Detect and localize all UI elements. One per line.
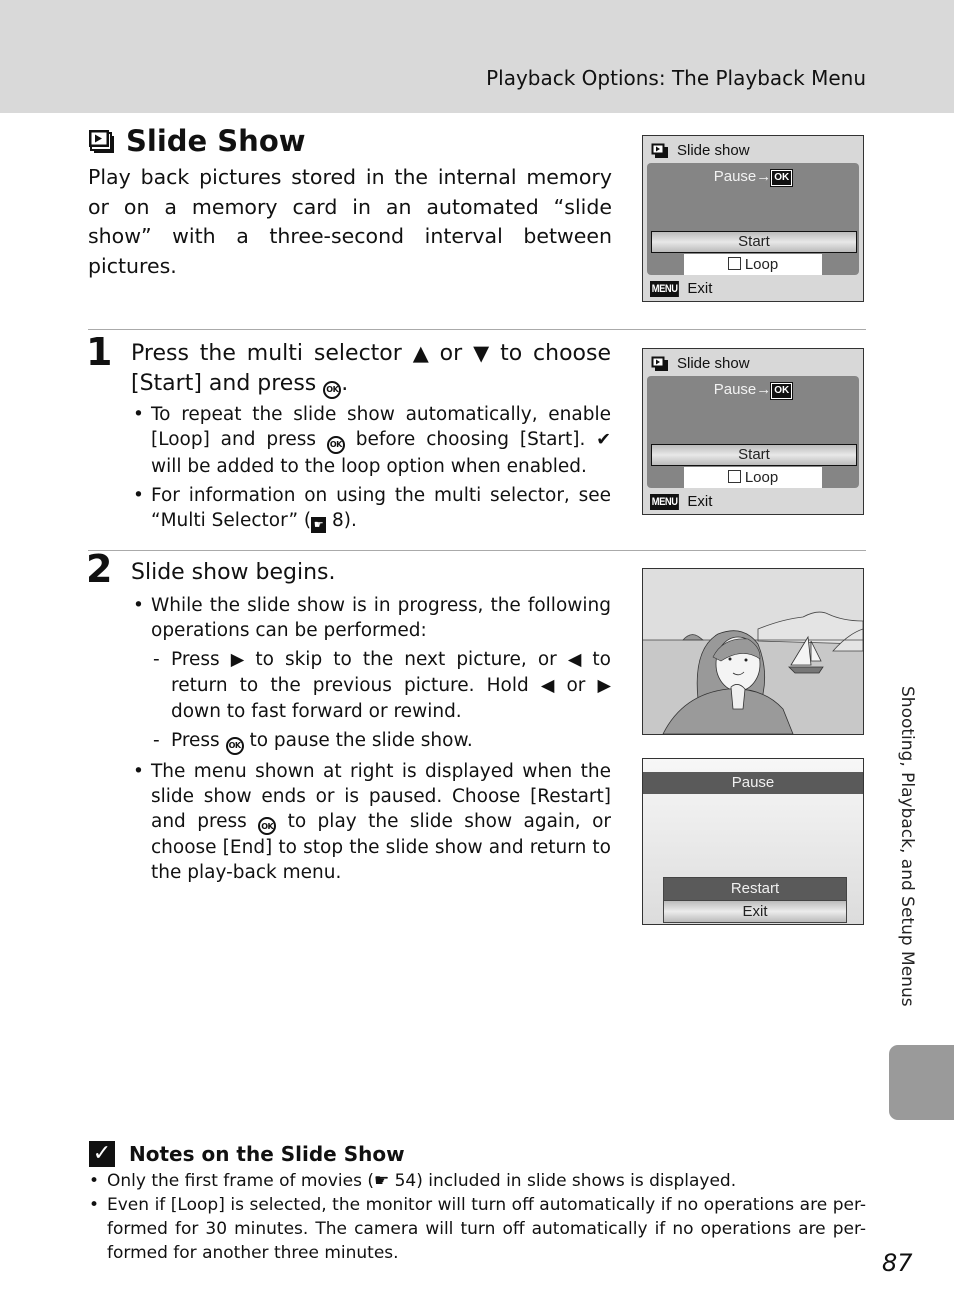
pause-title: Pause	[643, 772, 863, 794]
notes-list: Only the first frame of movies (☛ 54) in…	[88, 1169, 866, 1265]
checkmark-icon: ✔	[596, 430, 611, 450]
list-item: While the slide show is in progress, the…	[131, 593, 611, 755]
slideshow-icon	[88, 128, 116, 154]
ok-button-icon: OK	[323, 381, 342, 399]
loop-checkbox[interactable]	[727, 470, 741, 483]
loop-option[interactable]: Loop	[684, 254, 822, 275]
page-reference-icon: ☛	[311, 516, 327, 533]
sub-list-item: Press OK to pause the slide show.	[151, 728, 611, 755]
step-2-heading: Slide show begins.	[131, 560, 336, 585]
header-band	[0, 0, 954, 113]
start-option[interactable]: Start	[651, 444, 857, 466]
divider	[88, 550, 866, 551]
loop-option[interactable]: Loop	[684, 467, 822, 488]
exit-option[interactable]: Exit	[663, 900, 847, 923]
slideshow-photo	[642, 568, 864, 735]
restart-option[interactable]: Restart	[663, 877, 847, 900]
step-2-bullets: While the slide show is in progress, the…	[131, 593, 611, 889]
slideshow-menu-screen: Slide show Pause→ OK Start Loop MENU Exit	[642, 348, 864, 515]
screen-panel: Pause→ OK Start Loop	[647, 376, 859, 488]
screen-title: Slide show	[651, 142, 750, 159]
note-check-icon: ✓	[89, 1141, 115, 1167]
slideshow-icon	[651, 356, 668, 371]
slideshow-menu-screen: Slide show Pause→ OK Start Loop MENU Exit	[642, 135, 864, 302]
list-item: Even if [Loop] is selected, the monitor …	[88, 1193, 866, 1265]
list-item: The menu shown at right is displayed whe…	[131, 759, 611, 886]
pause-menu-screen: Pause Restart Exit	[642, 758, 864, 925]
chapter-side-label: Shooting, Playback, and Setup Menus	[897, 686, 917, 1007]
sub-list-item: Press ▶ to skip to the next picture, or …	[151, 647, 611, 724]
pause-hint: Pause→ OK	[647, 168, 859, 187]
step-number: 1	[86, 330, 113, 374]
exit-label: Exit	[687, 280, 713, 297]
menu-button-icon: MENU	[650, 280, 680, 297]
intro-paragraph: Play back pictures stored in the interna…	[88, 165, 612, 278]
pause-hint: Pause→ OK	[647, 381, 859, 400]
step-1-bullets: To repeat the slide show automatically, …	[131, 402, 611, 537]
step-1-heading: Press the multi selector ▲ or ▼ to choos…	[131, 338, 611, 399]
menu-button-icon: MENU	[650, 493, 680, 510]
list-item: To repeat the slide show automatically, …	[131, 402, 611, 479]
ok-button-icon: OK	[770, 169, 794, 187]
section-title: Slide Show	[88, 124, 306, 158]
right-arrow-icon: ▶	[597, 676, 611, 696]
left-arrow-icon: ◀	[540, 676, 555, 696]
ok-button-icon: OK	[258, 817, 277, 835]
down-arrow-icon: ▼	[473, 341, 490, 365]
start-option[interactable]: Start	[651, 231, 857, 253]
screen-footer: MENU Exit	[650, 280, 712, 297]
page-number: 87	[882, 1249, 913, 1277]
left-arrow-icon: ◀	[567, 650, 582, 670]
divider	[88, 329, 866, 330]
ok-button-icon: OK	[770, 382, 794, 400]
exit-label: Exit	[687, 493, 713, 510]
ok-button-icon: OK	[225, 736, 244, 755]
chapter-tab	[889, 1045, 954, 1120]
loop-checkbox[interactable]	[727, 257, 741, 270]
step-number: 2	[86, 547, 113, 591]
running-header: Playback Options: The Playback Menu	[486, 66, 866, 90]
notes-heading: ✓ Notes on the Slide Show	[89, 1141, 405, 1167]
sub-list: Press ▶ to skip to the next picture, or …	[151, 647, 611, 755]
screen-title: Slide show	[651, 355, 750, 372]
slideshow-icon	[651, 143, 668, 158]
up-arrow-icon: ▲	[412, 341, 429, 365]
screen-panel: Pause→ OK Start Loop	[647, 163, 859, 275]
list-item: For information on using the multi selec…	[131, 483, 611, 533]
right-arrow-icon: ▶	[230, 650, 245, 670]
section-title-text: Slide Show	[126, 124, 306, 158]
list-item: Only the first frame of movies (☛ 54) in…	[88, 1169, 866, 1193]
ok-button-icon: OK	[326, 435, 345, 454]
woman-sailboat-illustration	[643, 569, 863, 734]
screen-footer: MENU Exit	[650, 493, 712, 510]
